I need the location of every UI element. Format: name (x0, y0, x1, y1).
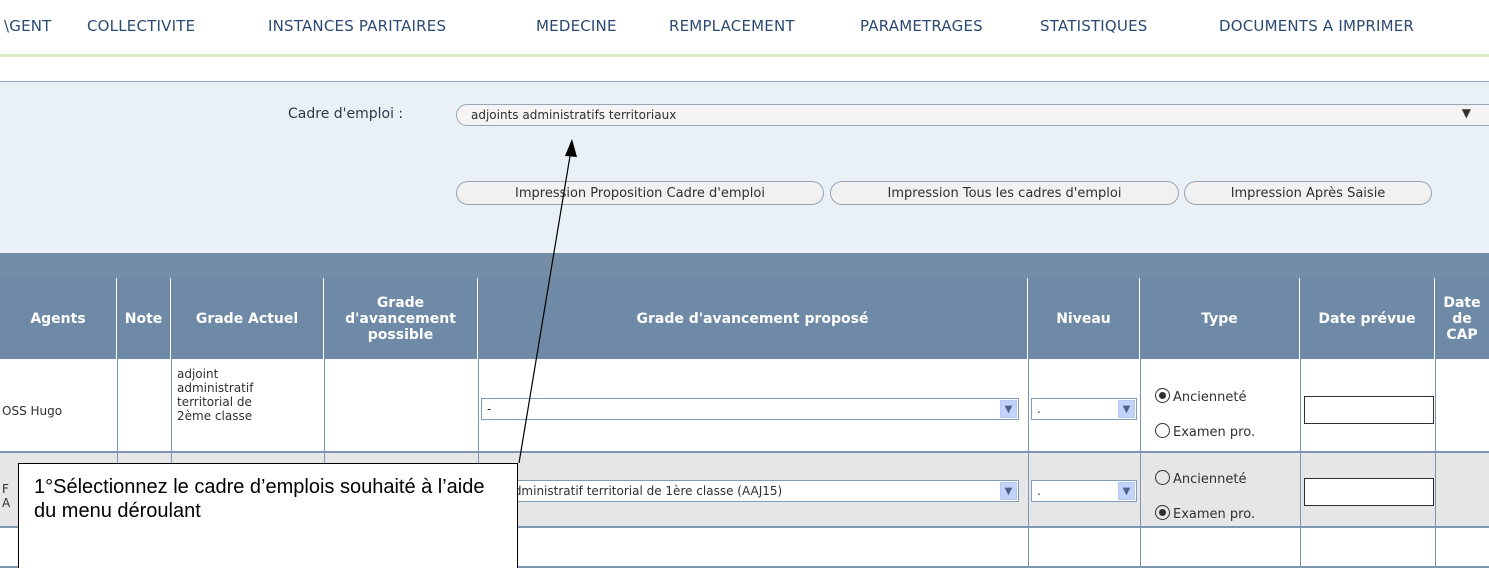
column-divider (1028, 359, 1029, 568)
chevron-down-icon: ▼ (1000, 482, 1017, 500)
agent-name: F A (2, 482, 11, 510)
cadre-emploi-label: Cadre d'emploi : (288, 106, 404, 122)
nav-item-instances-paritaires[interactable]: INSTANCES PARITAIRES (268, 17, 446, 35)
col-header-date-cap: Date de CAP (1443, 294, 1481, 343)
col-header-date-prevue: Date prévue (1300, 278, 1435, 359)
nav-item-agent[interactable]: \GENT (4, 17, 52, 35)
col-header-type: Type (1140, 278, 1300, 359)
nav-item-medecine[interactable]: MEDECINE (536, 17, 617, 35)
type-radio-examen[interactable]: Examen pro. (1155, 505, 1255, 522)
niveau-select[interactable]: . ▼ (1031, 398, 1137, 420)
type-option-label: Examen pro. (1173, 507, 1256, 522)
niveau-value: . (1037, 484, 1041, 498)
type-option-label: Ancienneté (1173, 472, 1247, 487)
col-header-grade-propose: Grade d'avancement proposé (478, 278, 1028, 359)
print-after-entry-button[interactable]: Impression Après Saisie (1184, 181, 1432, 205)
nav-item-remplacement[interactable]: REMPLACEMENT (669, 17, 795, 35)
radio-unselected-icon (1155, 423, 1170, 438)
chevron-down-icon: ▼ (1118, 482, 1135, 500)
chevron-down-icon: ▼ (1118, 400, 1135, 418)
grade-propose-value: - (487, 402, 492, 416)
col-header-niveau: Niveau (1028, 278, 1140, 359)
nav-underline (0, 54, 1489, 57)
cadre-emploi-value: adjoints administratifs territoriaux (471, 108, 677, 122)
nav-item-parametrages[interactable]: PARAMETRAGES (860, 17, 983, 35)
chevron-down-icon: ▼ (1000, 400, 1017, 418)
type-radio-anciennete[interactable]: Ancienneté (1155, 470, 1246, 487)
radio-selected-icon (1155, 388, 1170, 403)
radio-unselected-icon (1155, 470, 1170, 485)
col-header-grade-possible: Grade d'avancement possible (324, 278, 478, 359)
print-proposition-button[interactable]: Impression Proposition Cadre d'emploi (456, 181, 824, 205)
column-divider (1140, 359, 1141, 568)
date-prevue-input[interactable] (1304, 396, 1434, 424)
column-divider (1300, 359, 1301, 568)
type-radio-anciennete[interactable]: Ancienneté (1155, 388, 1246, 405)
col-header-agents: Agents (0, 278, 117, 359)
col-header-grade-actuel: Grade Actuel (171, 278, 324, 359)
grade-actuel-text: adjoint administratif territorial de 2èm… (177, 367, 254, 423)
column-divider (1435, 359, 1436, 568)
niveau-value: . (1037, 402, 1041, 416)
radio-selected-icon (1155, 505, 1170, 520)
grade-propose-select[interactable]: int administratif territorial de 1ère cl… (481, 480, 1019, 502)
type-option-label: Ancienneté (1173, 390, 1247, 405)
table-header: Agents Note Grade Actuel Grade d'avancem… (0, 278, 1489, 359)
print-all-cadres-button[interactable]: Impression Tous les cadres d'emploi (830, 181, 1179, 205)
date-prevue-input[interactable] (1304, 478, 1434, 506)
cadre-emploi-select[interactable]: adjoints administratifs territoriaux ▼ (456, 104, 1489, 126)
section-band (0, 253, 1489, 278)
agent-name: OSS Hugo (2, 404, 63, 418)
nav-item-documents-a-imprimer[interactable]: DOCUMENTS A IMPRIMER (1219, 17, 1414, 35)
grade-propose-value: int administratif territorial de 1ère cl… (487, 484, 783, 498)
grade-propose-select[interactable]: - ▼ (481, 398, 1019, 420)
col-header-note: Note (117, 278, 171, 359)
nav-item-collectivite[interactable]: COLLECTIVITE (87, 17, 195, 35)
annotation-text: 1°Sélectionnez le cadre d’emplois souhai… (34, 476, 485, 522)
niveau-select[interactable]: . ▼ (1031, 480, 1137, 502)
type-option-label: Examen pro. (1173, 425, 1256, 440)
annotation-callout: 1°Sélectionnez le cadre d’emplois souhai… (18, 463, 518, 568)
nav-item-statistiques[interactable]: STATISTIQUES (1040, 17, 1148, 35)
chevron-down-icon: ▼ (1461, 106, 1471, 120)
type-radio-examen[interactable]: Examen pro. (1155, 423, 1255, 440)
top-nav: \GENT COLLECTIVITE INSTANCES PARITAIRES … (0, 0, 1489, 57)
filter-panel: Cadre d'emploi : adjoints administratifs… (0, 81, 1489, 253)
